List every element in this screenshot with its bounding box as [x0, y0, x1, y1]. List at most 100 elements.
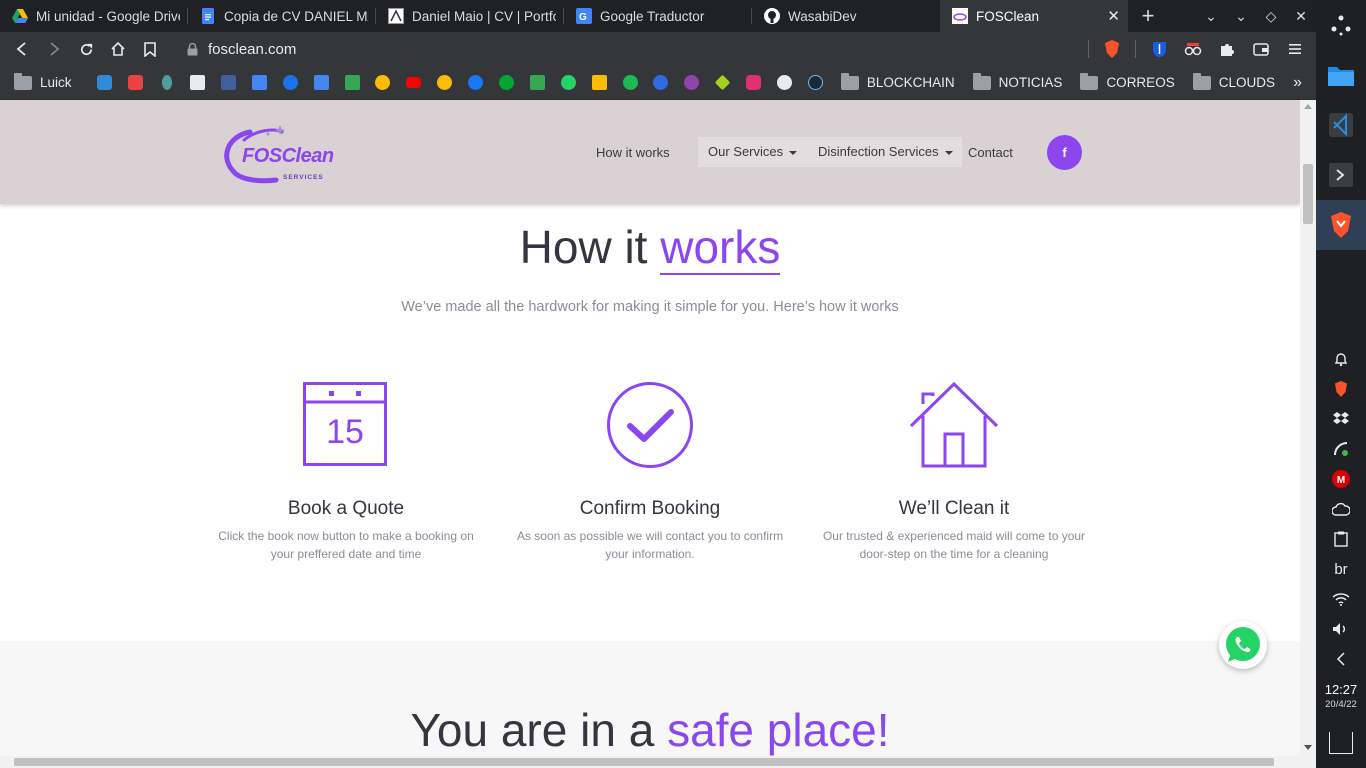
- close-window-icon[interactable]: ✕: [1286, 8, 1316, 25]
- back-icon[interactable]: [6, 33, 38, 65]
- evernote-icon[interactable]: [491, 67, 522, 99]
- calendar-icon[interactable]: [306, 67, 337, 99]
- cloud-icon[interactable]: [1316, 494, 1366, 524]
- facebook-icon[interactable]: [460, 67, 491, 99]
- nav-our-services-dropdown[interactable]: Our Services: [708, 144, 798, 159]
- mega-icon[interactable]: M: [1316, 464, 1366, 494]
- instagram-icon[interactable]: [738, 67, 769, 99]
- step-title: Confirm Booking: [579, 498, 721, 519]
- caret-down-icon: [789, 150, 798, 155]
- tab-search-icon[interactable]: ⌄: [1196, 8, 1226, 25]
- os-side-panel: M br 12:27 20/4/22: [1316, 0, 1366, 768]
- calendar-day: 15: [326, 413, 364, 451]
- figma-icon[interactable]: [707, 67, 738, 99]
- scrollbar-thumb[interactable]: [14, 758, 1274, 766]
- bookmark-icon[interactable]: [134, 33, 166, 65]
- whatsapp-icon[interactable]: [553, 67, 584, 99]
- horizontal-scrollbar[interactable]: [0, 756, 1316, 768]
- vscode-icon[interactable]: [90, 67, 121, 99]
- scrollbar-thumb[interactable]: [1303, 164, 1313, 224]
- minimize-icon[interactable]: ⌄: [1226, 8, 1256, 25]
- keep-icon[interactable]: [584, 67, 615, 99]
- wallet-icon[interactable]: [1244, 33, 1278, 65]
- tab-wasabidev[interactable]: WasabiDev: [752, 0, 940, 32]
- drive-icon[interactable]: [522, 67, 553, 99]
- scroll-up-icon[interactable]: [1304, 104, 1312, 109]
- heading-accent: safe place!: [667, 704, 890, 756]
- scroll-down-icon[interactable]: [1304, 745, 1312, 750]
- app-icon[interactable]: [646, 67, 677, 99]
- extensions-icon[interactable]: [1210, 33, 1244, 65]
- youtube-icon[interactable]: [398, 67, 429, 99]
- tab-portfolio[interactable]: Daniel Maio | CV | Portfolio: [376, 0, 564, 32]
- nav-contact[interactable]: Contact: [968, 145, 1013, 160]
- translate-icon[interactable]: [244, 67, 275, 99]
- system-clock[interactable]: 12:27 20/4/22: [1325, 682, 1358, 710]
- tab-title: FOSClean: [976, 8, 1040, 24]
- whatsapp-chat-button[interactable]: [1219, 621, 1267, 669]
- collapse-tray-icon[interactable]: [1316, 644, 1366, 674]
- terminal-icon[interactable]: [1316, 150, 1366, 200]
- notes-icon[interactable]: [182, 67, 213, 99]
- folder-icon: [14, 72, 32, 90]
- bookmark-folder-noticias[interactable]: NOTICIAS: [972, 72, 1062, 90]
- brave-icon[interactable]: [120, 67, 151, 99]
- vpn-icon[interactable]: [676, 67, 707, 99]
- close-icon[interactable]: ✕: [1107, 7, 1120, 25]
- jw-icon[interactable]: [213, 67, 244, 99]
- tab-fosclean[interactable]: FOSClean ✕: [940, 0, 1128, 32]
- tab-google-translate[interactable]: G Google Traductor: [564, 0, 752, 32]
- bookmark-folder-correos[interactable]: CORREOS: [1080, 72, 1175, 90]
- file-manager-icon[interactable]: [1316, 50, 1366, 100]
- google-translate-icon: G: [576, 8, 592, 24]
- home-icon[interactable]: [102, 33, 134, 65]
- bookmark-folder-blockchain[interactable]: BLOCKCHAIN: [840, 72, 955, 90]
- keyboard-layout-indicator[interactable]: br: [1316, 554, 1366, 584]
- bookmark-folder-clouds[interactable]: CLOUDS: [1192, 72, 1275, 90]
- volume-icon[interactable]: [1316, 614, 1366, 644]
- menu-icon[interactable]: [1278, 33, 1312, 65]
- clipboard-icon[interactable]: [1316, 524, 1366, 554]
- bookmark-folder-label: BLOCKCHAIN: [866, 75, 955, 90]
- nav-how-it-works[interactable]: How it works: [596, 145, 670, 160]
- safe-place-section: You are in a safe place!: [0, 641, 1300, 756]
- restore-icon[interactable]: ◇: [1256, 8, 1286, 25]
- show-desktop-button[interactable]: [1329, 732, 1353, 754]
- step-description: Click the book now button to make a book…: [218, 529, 474, 561]
- sync-icon[interactable]: [1316, 434, 1366, 464]
- nav-disinfection-services-dropdown[interactable]: Disinfection Services: [818, 144, 953, 159]
- new-tab-button[interactable]: +: [1128, 0, 1168, 32]
- tab-google-drive[interactable]: Mi unidad - Google Drive: [0, 0, 188, 32]
- how-it-works-subtitle: We’ve made all the hardwork for making i…: [401, 299, 899, 315]
- address-bar[interactable]: fosclean.com: [184, 34, 1082, 64]
- facebook-button[interactable]: f: [1047, 135, 1082, 170]
- bookmark-folder-label: CORREOS: [1106, 75, 1175, 90]
- brave-tray-icon[interactable]: [1316, 374, 1366, 404]
- play-store-icon[interactable]: [337, 67, 368, 99]
- bookmarks-overflow-button[interactable]: »: [1293, 74, 1302, 92]
- bookmark-folder-luick[interactable]: Luick: [14, 72, 72, 90]
- logo-text[interactable]: FOSClean: [242, 145, 334, 168]
- ethereum-icon[interactable]: [151, 67, 182, 99]
- bitwarden-icon[interactable]: [1142, 33, 1176, 65]
- tab-cv-doc[interactable]: Copia de CV DANIEL MAIO: [188, 0, 376, 32]
- maps-icon[interactable]: [368, 67, 399, 99]
- spy-extension-icon[interactable]: [1176, 33, 1210, 65]
- steam-icon[interactable]: [800, 67, 831, 99]
- app-launcher-icon[interactable]: [1316, 0, 1366, 50]
- notifications-icon[interactable]: [1316, 344, 1366, 374]
- contacts-icon[interactable]: [275, 67, 306, 99]
- brave-browser-icon[interactable]: [1316, 200, 1366, 250]
- vertical-scrollbar[interactable]: [1300, 100, 1316, 756]
- forward-icon[interactable]: [38, 33, 70, 65]
- dropbox-icon[interactable]: [1316, 404, 1366, 434]
- heading-plain: How it: [519, 221, 661, 273]
- brave-shields-icon[interactable]: [1095, 33, 1129, 65]
- step-description: As soon as possible we will contact you …: [516, 529, 784, 561]
- wifi-icon[interactable]: [1316, 584, 1366, 614]
- github-icon[interactable]: [769, 67, 800, 99]
- vscode-icon[interactable]: [1316, 100, 1366, 150]
- photos-icon[interactable]: [429, 67, 460, 99]
- spotify-icon[interactable]: [615, 67, 646, 99]
- reload-icon[interactable]: [70, 33, 102, 65]
